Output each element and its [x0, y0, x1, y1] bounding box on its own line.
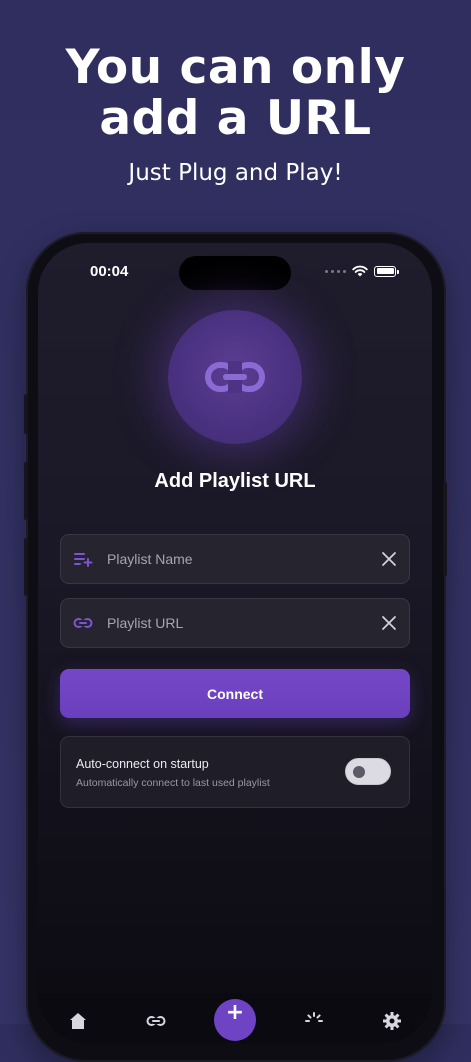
page-title: Add Playlist URL — [154, 470, 316, 492]
auto-connect-title: Auto-connect on startup — [76, 757, 209, 771]
home-icon[interactable] — [68, 1011, 88, 1031]
link-icon — [73, 618, 93, 628]
phone-power-button — [443, 482, 447, 576]
add-button[interactable]: + — [214, 999, 256, 1041]
headline-line-1: You can only — [65, 40, 406, 95]
marketing-headline: You can only add a URL — [0, 42, 471, 144]
headline-line-2: add a URL — [99, 91, 372, 146]
app-screen: 00:04 Add Playlist URL Playlist Name Pla… — [38, 243, 432, 1043]
phone-volume-up — [24, 462, 28, 520]
link-icon — [205, 361, 265, 393]
wifi-icon — [352, 265, 368, 277]
playlist-url-field[interactable]: Playlist URL — [60, 598, 410, 648]
auto-connect-card: Auto-connect on startup Automatically co… — [60, 736, 410, 808]
status-icons — [325, 265, 399, 277]
hero-link-circle — [168, 310, 302, 444]
dynamic-island — [179, 256, 291, 290]
playlist-add-icon — [74, 553, 93, 567]
playlist-name-field[interactable]: Playlist Name — [60, 534, 410, 584]
auto-connect-subtitle: Automatically connect to last used playl… — [76, 777, 270, 789]
link-icon[interactable] — [146, 1011, 166, 1031]
phone-volume-down — [24, 538, 28, 596]
auto-connect-toggle[interactable] — [345, 758, 391, 785]
tab-bar: + — [38, 993, 432, 1043]
settings-icon[interactable] — [382, 1011, 402, 1031]
status-time: 00:04 — [90, 263, 129, 280]
connect-button[interactable]: Connect — [60, 669, 410, 718]
playlist-url-input[interactable]: Playlist URL — [107, 615, 183, 631]
loading-icon[interactable] — [304, 1011, 324, 1031]
playlist-name-input[interactable]: Playlist Name — [107, 551, 193, 567]
toggle-knob — [353, 766, 365, 778]
signal-dots-icon — [325, 269, 346, 273]
battery-icon — [374, 265, 399, 277]
clear-url-icon[interactable] — [381, 615, 397, 631]
clear-name-icon[interactable] — [381, 551, 397, 567]
marketing-subline: Just Plug and Play! — [128, 160, 343, 186]
phone-side-button — [24, 394, 28, 434]
